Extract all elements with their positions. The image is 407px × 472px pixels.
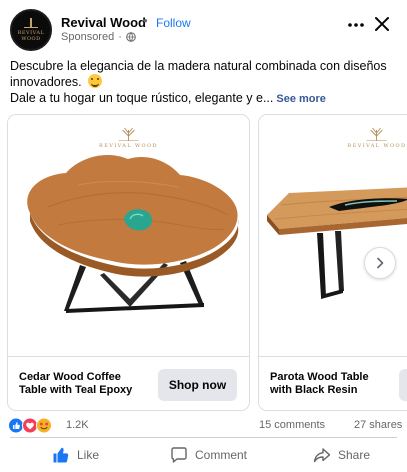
card-footer: Cedar Wood Coffee Table with Teal Epoxy … [8,356,249,410]
follow-button[interactable]: Follow [156,16,191,30]
shop-now-button[interactable]: Shop now [158,369,237,401]
product-title[interactable]: Cedar Wood Coffee Table with Teal Epoxy [19,371,149,397]
close-icon[interactable] [374,16,390,32]
comment-label: Comment [195,448,248,462]
thumbs-up-icon [53,447,69,463]
sponsored-separator: · [118,31,122,43]
reaction-count[interactable]: 1.2K [66,419,89,431]
reactions-bar: 1.2K 15 comments 27 shares [0,414,407,436]
share-label: Share [338,448,371,462]
sponsored-label[interactable]: Sponsored · [61,31,136,43]
see-more-link[interactable]: See more [276,93,326,105]
share-button[interactable]: Share [313,444,370,466]
separator: • [143,13,148,28]
page-avatar[interactable]: REVIVAL WOOD [10,9,52,51]
card-footer: Parota Wood Table with Black Resin [259,356,407,410]
product-image[interactable]: REVIVAL WOOD [8,115,249,356]
dining-table-illustration [267,187,407,299]
post-header: REVIVAL WOOD Revival Wood • Follow Spons… [0,0,407,56]
more-dots-glyph [348,23,364,27]
logo-mark-icon [24,18,38,28]
caption-line-3: Dale a tu hogar un toque rústico, elegan… [10,90,395,107]
page-name[interactable]: Revival Wood [61,15,146,30]
product-carousel[interactable]: REVIVAL WOOD Cedar Wood Coffee Table wit… [0,114,407,414]
shop-now-button[interactable] [399,369,407,401]
like-label: Like [77,448,100,462]
reaction-icons[interactable] [8,417,56,434]
like-button[interactable]: Like [52,444,99,466]
caption-line-2-text: innovadores. [10,75,82,89]
share-icon [313,448,331,463]
sponsored-post: REVIVAL WOOD Revival Wood • Follow Spons… [0,0,407,472]
coffee-table-illustration [27,154,239,313]
post-caption: Descubre la elegancia de la madera natur… [10,58,395,107]
comments-count[interactable]: 15 comments [259,419,325,431]
globe-icon [126,32,136,42]
caption-line-3-text: Dale a tu hogar un toque rústico, elegan… [10,91,274,105]
carousel-next-button[interactable] [364,247,396,279]
shares-count[interactable]: 27 shares [354,419,402,431]
sponsored-text: Sponsored [61,31,115,43]
product-image[interactable]: REVIVAL WOOD [259,115,407,356]
caption-line-1: Descubre la elegancia de la madera natur… [10,59,387,73]
smiling-emoji-icon [87,74,102,88]
carousel-card[interactable]: REVIVAL WOOD [7,114,250,411]
more-horizontal-icon[interactable] [347,16,365,34]
close-glyph [375,17,389,31]
divider [10,437,397,438]
chevron-right-icon [377,257,384,269]
comment-button[interactable]: Comment [170,444,247,466]
caption-line-2: innovadores. [10,74,395,90]
product-title[interactable]: Parota Wood Table with Black Resin [270,371,390,397]
comment-icon [171,447,187,463]
avatar-logo-text: REVIVAL WOOD [17,30,45,42]
